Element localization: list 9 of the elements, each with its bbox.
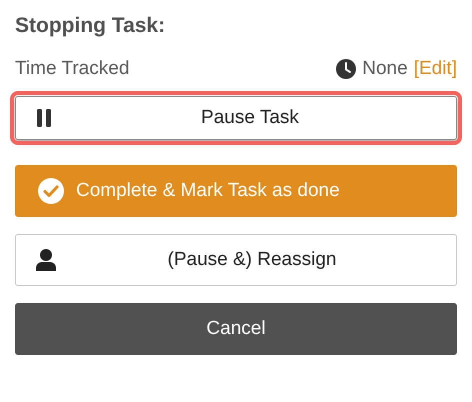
clock-icon bbox=[336, 59, 356, 79]
reassign-button[interactable]: (Pause &) Reassign bbox=[15, 234, 457, 286]
time-tracked-label: Time Tracked bbox=[15, 58, 130, 80]
cancel-button[interactable]: Cancel bbox=[15, 303, 457, 355]
panel-title: Stopping Task: bbox=[15, 14, 166, 38]
time-value: None bbox=[362, 58, 408, 80]
check-circle-icon bbox=[38, 178, 64, 204]
pause-icon bbox=[36, 109, 52, 127]
person-icon bbox=[36, 249, 56, 271]
